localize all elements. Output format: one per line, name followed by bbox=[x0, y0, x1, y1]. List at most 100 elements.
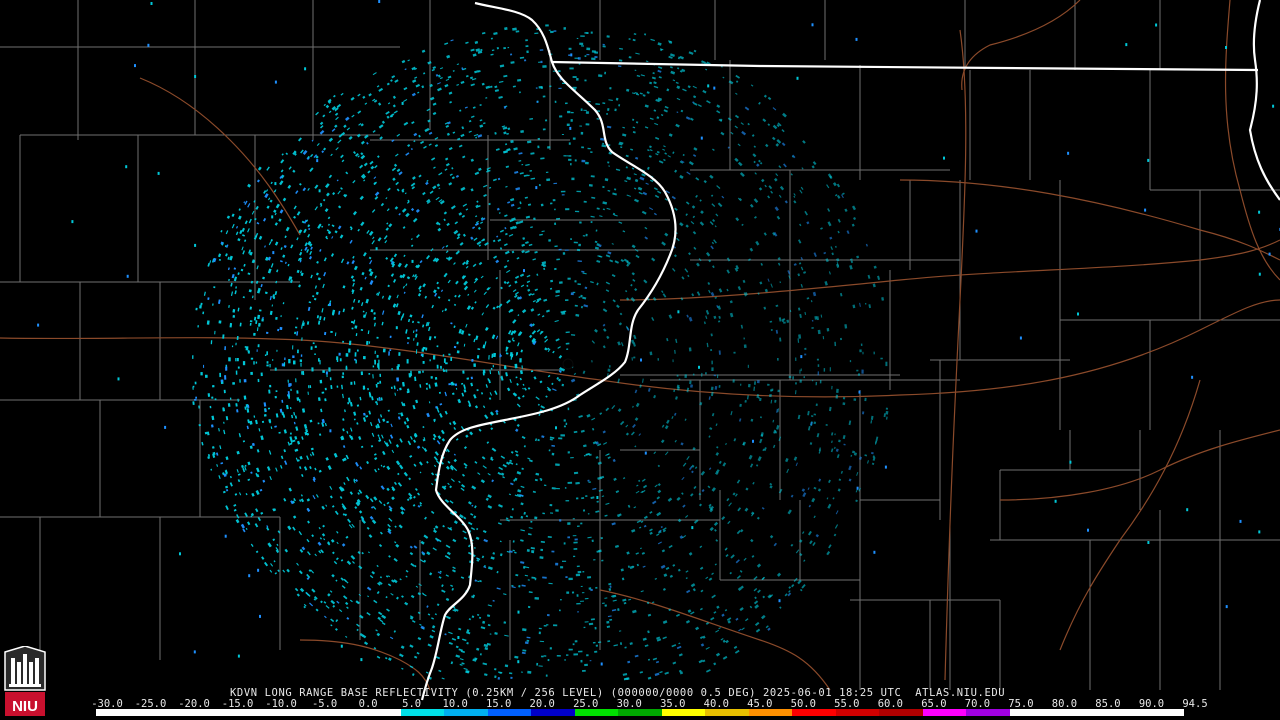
echo-pixel bbox=[535, 186, 538, 190]
echo-pixel bbox=[563, 425, 566, 428]
echo-pixel bbox=[826, 328, 830, 332]
echo-pixel bbox=[576, 565, 580, 568]
echo-pixel bbox=[698, 365, 700, 369]
echo-pixel bbox=[567, 110, 571, 114]
echo-pixel bbox=[203, 364, 205, 368]
echo-pixel bbox=[555, 562, 559, 566]
echo-pixel bbox=[301, 371, 303, 375]
echo-pixel bbox=[861, 369, 864, 374]
echo-pixel bbox=[525, 45, 529, 48]
echo-pixel bbox=[292, 355, 295, 359]
echo-pixel bbox=[288, 358, 291, 364]
echo-pixel bbox=[570, 53, 573, 57]
echo-pixel bbox=[275, 390, 278, 393]
echo-pixel bbox=[442, 354, 445, 357]
echo-pixel bbox=[584, 161, 589, 165]
echo-pixel bbox=[379, 380, 382, 384]
echo-pixel bbox=[555, 426, 557, 430]
echo-pixel bbox=[134, 64, 136, 68]
echo-pixel bbox=[862, 351, 864, 355]
echo-pixel bbox=[339, 358, 342, 362]
echo-pixel bbox=[800, 368, 802, 372]
echo-pixel bbox=[769, 389, 773, 392]
echo-pixel bbox=[713, 374, 716, 377]
echo-pixel bbox=[295, 326, 298, 329]
echo-pixel bbox=[562, 252, 566, 255]
echo-pixel bbox=[537, 145, 540, 149]
echo-pixel bbox=[568, 54, 571, 56]
echo-pixel bbox=[873, 351, 875, 355]
echo-pixel bbox=[752, 439, 754, 443]
echo-pixel bbox=[319, 379, 323, 384]
echo-pixel bbox=[429, 359, 431, 362]
echo-pixel bbox=[567, 277, 571, 280]
echo-pixel bbox=[570, 163, 572, 166]
echo-pixel bbox=[389, 335, 392, 339]
echo-pixel bbox=[395, 326, 398, 330]
echo-pixel bbox=[259, 614, 261, 618]
echo-pixel bbox=[857, 373, 861, 376]
echo-pixel bbox=[274, 80, 277, 84]
echo-pixel bbox=[589, 660, 592, 662]
echo-pixel bbox=[194, 381, 197, 385]
echo-pixel bbox=[819, 380, 822, 384]
echo-pixel bbox=[218, 320, 222, 324]
echo-pixel bbox=[193, 650, 196, 654]
echo-pixel bbox=[975, 229, 978, 233]
echo-pixel bbox=[253, 361, 255, 365]
echo-pixel bbox=[542, 65, 547, 68]
echo-pixel bbox=[859, 349, 862, 353]
echo-pixel bbox=[580, 585, 583, 588]
echo-pixel bbox=[581, 159, 586, 163]
echo-pixel bbox=[574, 210, 580, 213]
echo-pixel bbox=[586, 53, 590, 56]
colorbar-segment bbox=[1096, 709, 1141, 716]
echo-pixel bbox=[574, 159, 577, 162]
echo-pixel bbox=[578, 243, 581, 247]
echo-pixel bbox=[584, 663, 588, 667]
echo-pixel bbox=[701, 372, 703, 377]
echo-pixel bbox=[788, 375, 792, 379]
echo-pixel bbox=[743, 337, 745, 340]
colorbar-segment bbox=[1140, 709, 1184, 716]
echo-pixel bbox=[547, 614, 550, 617]
echo-pixel bbox=[767, 383, 770, 386]
echo-pixel bbox=[284, 357, 286, 361]
echo-pixel bbox=[264, 354, 267, 357]
echo-pixel bbox=[257, 344, 260, 348]
radar-site-marker bbox=[562, 358, 574, 370]
echo-pixel bbox=[798, 334, 802, 339]
echo-pixel bbox=[212, 385, 215, 388]
echo-pixel bbox=[220, 379, 224, 382]
echo-pixel bbox=[587, 576, 592, 579]
echo-pixel bbox=[804, 353, 807, 356]
echo-pixel bbox=[348, 348, 351, 353]
echo-pixel bbox=[267, 407, 271, 410]
echo-pixel bbox=[367, 387, 369, 391]
echo-pixel bbox=[519, 358, 522, 363]
echo-pixel bbox=[550, 202, 553, 205]
echo-pixel bbox=[567, 481, 573, 484]
echo-pixel bbox=[473, 363, 476, 367]
echo-pixel bbox=[466, 377, 470, 380]
echo-pixel bbox=[242, 361, 246, 366]
echo-pixel bbox=[1125, 43, 1128, 47]
echo-pixel bbox=[257, 568, 260, 572]
echo-pixel bbox=[198, 424, 201, 427]
echo-pixel bbox=[583, 626, 586, 629]
colorbar-segment bbox=[313, 709, 358, 716]
echo-pixel bbox=[537, 137, 541, 140]
echo-pixel bbox=[249, 320, 253, 323]
echo-pixel bbox=[391, 367, 393, 371]
colorbar-segment bbox=[661, 709, 706, 716]
echo-pixel bbox=[445, 369, 448, 373]
echo-pixel bbox=[314, 345, 317, 349]
echo-pixel bbox=[592, 641, 596, 644]
echo-pixel bbox=[563, 419, 566, 422]
echo-pixel bbox=[554, 222, 557, 225]
echo-pixel bbox=[192, 355, 194, 359]
echo-pixel bbox=[554, 100, 557, 103]
echo-pixel bbox=[811, 319, 814, 322]
echo-pixel bbox=[551, 487, 556, 490]
echo-pixel bbox=[743, 344, 747, 349]
